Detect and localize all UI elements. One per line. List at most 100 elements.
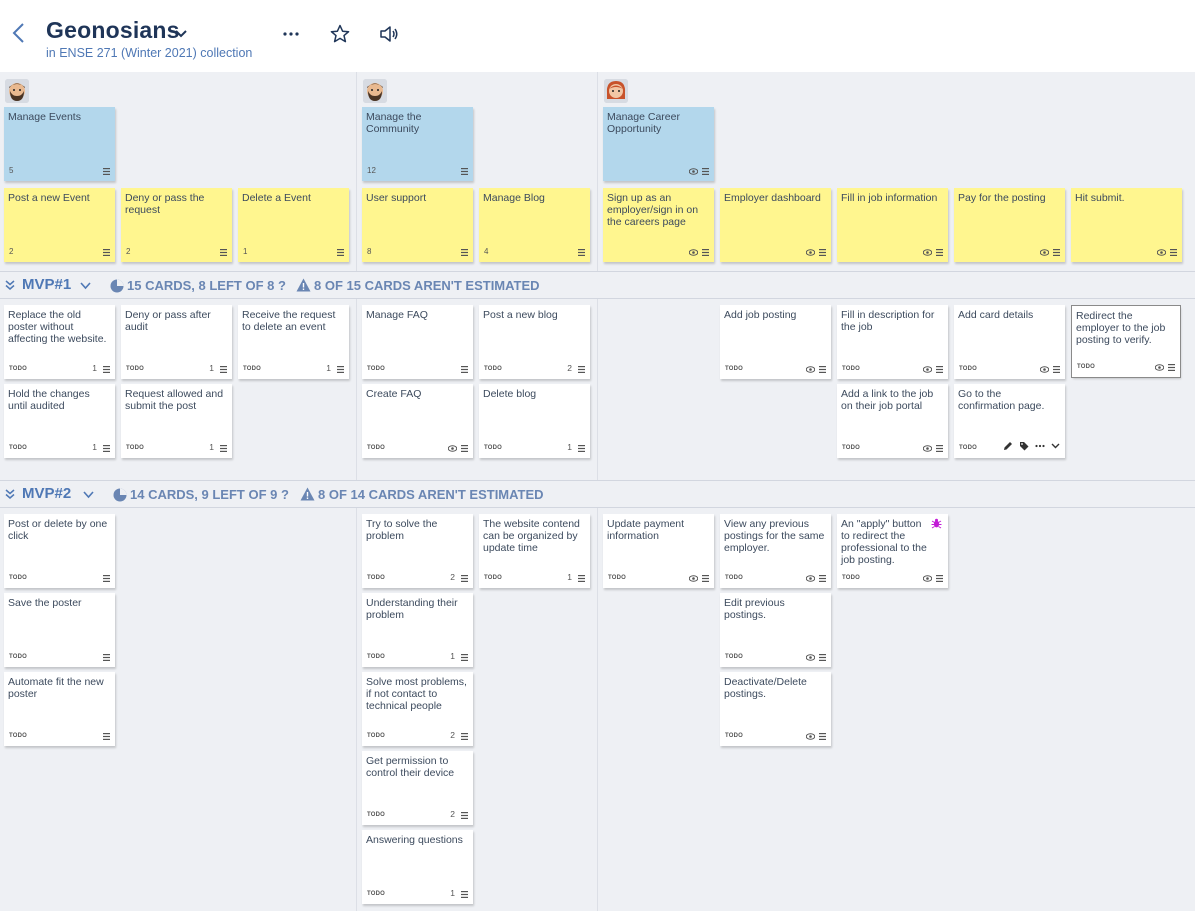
menu-icon[interactable]	[819, 366, 826, 373]
activity-card[interactable]: Pay for the posting	[954, 188, 1065, 262]
menu-icon[interactable]	[936, 445, 943, 452]
menu-icon[interactable]	[103, 445, 110, 452]
star-icon[interactable]	[328, 22, 352, 46]
menu-icon[interactable]	[461, 812, 468, 819]
release-title[interactable]: MVP#2	[22, 485, 71, 502]
menu-icon[interactable]	[702, 249, 709, 256]
more-icon[interactable]	[1035, 444, 1045, 448]
menu-icon[interactable]	[1170, 249, 1177, 256]
story-card[interactable]: View any previous postings for the same …	[720, 514, 831, 588]
menu-icon[interactable]	[461, 575, 468, 582]
collapse-icon[interactable]	[5, 280, 15, 290]
menu-icon[interactable]	[461, 891, 468, 898]
story-card[interactable]: Hold the changes until audited TODO 1	[4, 384, 115, 458]
story-card[interactable]: Receive the request to delete an event T…	[238, 305, 349, 379]
menu-icon[interactable]	[461, 366, 468, 373]
chevron-down-icon[interactable]	[80, 282, 91, 290]
menu-icon[interactable]	[1053, 249, 1060, 256]
story-card[interactable]: Post a new blog TODO 2	[479, 305, 590, 379]
menu-icon[interactable]	[936, 366, 943, 373]
avatar[interactable]	[5, 79, 29, 103]
menu-icon[interactable]	[103, 249, 110, 256]
story-card[interactable]: Save the poster TODO	[4, 593, 115, 667]
menu-icon[interactable]	[220, 366, 227, 373]
story-card[interactable]: Manage FAQ TODO	[362, 305, 473, 379]
menu-icon[interactable]	[819, 575, 826, 582]
epic-card[interactable]: Manage Events 5	[4, 107, 115, 181]
story-card[interactable]: Deactivate/Delete postings. TODO	[720, 672, 831, 746]
avatar[interactable]	[604, 79, 628, 103]
menu-icon[interactable]	[702, 575, 709, 582]
story-card[interactable]: Answering questions TODO 1	[362, 830, 473, 904]
story-card-selected[interactable]: Redirect the employer to the job posting…	[1071, 305, 1181, 378]
story-card[interactable]: Deny or pass after audit TODO 1	[121, 305, 232, 379]
activity-card[interactable]: Deny or pass the request 2	[121, 188, 232, 262]
chevron-down-icon[interactable]	[83, 491, 94, 499]
story-card[interactable]: Delete blog TODO 1	[479, 384, 590, 458]
chevron-down-icon[interactable]	[174, 26, 188, 38]
menu-icon[interactable]	[103, 575, 110, 582]
activity-card[interactable]: Manage Blog 4	[479, 188, 590, 262]
story-card[interactable]: Add a link to the job on their job porta…	[837, 384, 948, 458]
story-card[interactable]: Update payment information TODO	[603, 514, 714, 588]
menu-icon[interactable]	[461, 445, 468, 452]
menu-icon[interactable]	[461, 654, 468, 661]
menu-icon[interactable]	[819, 249, 826, 256]
activity-card[interactable]: Fill in job information	[837, 188, 948, 262]
story-card[interactable]: Understanding their problem TODO 1	[362, 593, 473, 667]
story-card[interactable]: Fill in description for the job TODO	[837, 305, 948, 379]
menu-icon[interactable]	[1053, 366, 1060, 373]
page-title[interactable]: Geonosians	[46, 17, 180, 44]
menu-icon[interactable]	[819, 654, 826, 661]
activity-card[interactable]: Delete a Event 1	[238, 188, 349, 262]
story-card[interactable]: Solve most problems, if not contact to t…	[362, 672, 473, 746]
speaker-icon[interactable]	[377, 22, 401, 46]
story-card[interactable]: Post or delete by one click TODO	[4, 514, 115, 588]
back-icon[interactable]	[9, 21, 29, 45]
tag-icon[interactable]	[1019, 441, 1029, 451]
activity-card[interactable]: Post a new Event 2	[4, 188, 115, 262]
release-title[interactable]: MVP#1	[22, 276, 71, 293]
story-card-hovered[interactable]: Go to the confirmation page. TODO	[954, 384, 1065, 458]
menu-icon[interactable]	[337, 249, 344, 256]
menu-icon[interactable]	[461, 733, 468, 740]
release-cards-stat[interactable]: 14 cards, 9 left of 9 ?	[130, 487, 289, 502]
release-cards-stat[interactable]: 15 cards, 8 left of 8 ?	[127, 278, 286, 293]
menu-icon[interactable]	[220, 249, 227, 256]
menu-icon[interactable]	[936, 249, 943, 256]
story-card[interactable]: Automate fit the new poster TODO	[4, 672, 115, 746]
menu-icon[interactable]	[337, 366, 344, 373]
menu-icon[interactable]	[461, 249, 468, 256]
collapse-icon[interactable]	[5, 489, 15, 499]
activity-card[interactable]: User support 8	[362, 188, 473, 262]
menu-icon[interactable]	[819, 733, 826, 740]
activity-card[interactable]: Employer dashboard	[720, 188, 831, 262]
menu-icon[interactable]	[103, 654, 110, 661]
menu-icon[interactable]	[103, 168, 110, 175]
avatar[interactable]	[363, 79, 387, 103]
edit-icon[interactable]	[1003, 441, 1013, 451]
story-card[interactable]: Try to solve the problem TODO 2	[362, 514, 473, 588]
story-card[interactable]: Create FAQ TODO	[362, 384, 473, 458]
menu-icon[interactable]	[1168, 364, 1175, 371]
chevron-down-icon[interactable]	[1051, 443, 1060, 449]
activity-card[interactable]: Hit submit.	[1071, 188, 1182, 262]
story-card[interactable]: Replace the old poster without affecting…	[4, 305, 115, 379]
story-card[interactable]: Add job posting TODO	[720, 305, 831, 379]
story-card[interactable]: The website contend can be organized by …	[479, 514, 590, 588]
collection-subtitle[interactable]: in ENSE 271 (Winter 2021) collection	[46, 46, 252, 60]
story-card[interactable]: Get permission to control their device T…	[362, 751, 473, 825]
menu-icon[interactable]	[461, 168, 468, 175]
menu-icon[interactable]	[936, 575, 943, 582]
menu-icon[interactable]	[578, 249, 585, 256]
menu-icon[interactable]	[103, 733, 110, 740]
story-card[interactable]: Edit previous postings. TODO	[720, 593, 831, 667]
story-card[interactable]: An "apply" button to redirect the profes…	[837, 514, 948, 588]
menu-icon[interactable]	[578, 445, 585, 452]
more-icon[interactable]	[279, 22, 303, 46]
menu-icon[interactable]	[220, 445, 227, 452]
menu-icon[interactable]	[103, 366, 110, 373]
menu-icon[interactable]	[702, 168, 709, 175]
activity-card[interactable]: Sign up as an employer/sign in on the ca…	[603, 188, 714, 262]
menu-icon[interactable]	[578, 575, 585, 582]
